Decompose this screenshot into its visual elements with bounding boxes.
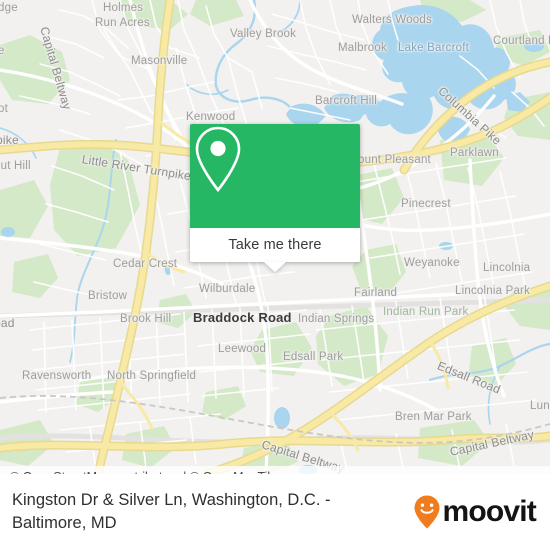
- popup-footer[interactable]: Take me there: [190, 228, 360, 262]
- popup-header: [190, 124, 360, 228]
- popup-tail: [264, 262, 286, 272]
- map-page: Holmes Run Acres Valley Brook Walters Woods…: [0, 0, 550, 550]
- take-me-there-label: Take me there: [228, 237, 322, 253]
- page-footer: Kingston Dr & Silver Ln, Washington, D.C…: [0, 474, 550, 550]
- map-canvas[interactable]: Holmes Run Acres Valley Brook Walters Woods…: [0, 0, 550, 474]
- moovit-wordmark: moovit: [442, 495, 536, 528]
- location-popup-card[interactable]: Take me there: [190, 124, 360, 272]
- map-attribution-bar: © OpenStreetMap contributors | © OpenMap…: [0, 466, 550, 474]
- moovit-smiley-pin-icon: [414, 495, 440, 529]
- location-pin-icon: [195, 126, 241, 193]
- location-title: Kingston Dr & Silver Ln, Washington, D.C…: [12, 491, 331, 532]
- moovit-logo[interactable]: moovit: [414, 495, 537, 529]
